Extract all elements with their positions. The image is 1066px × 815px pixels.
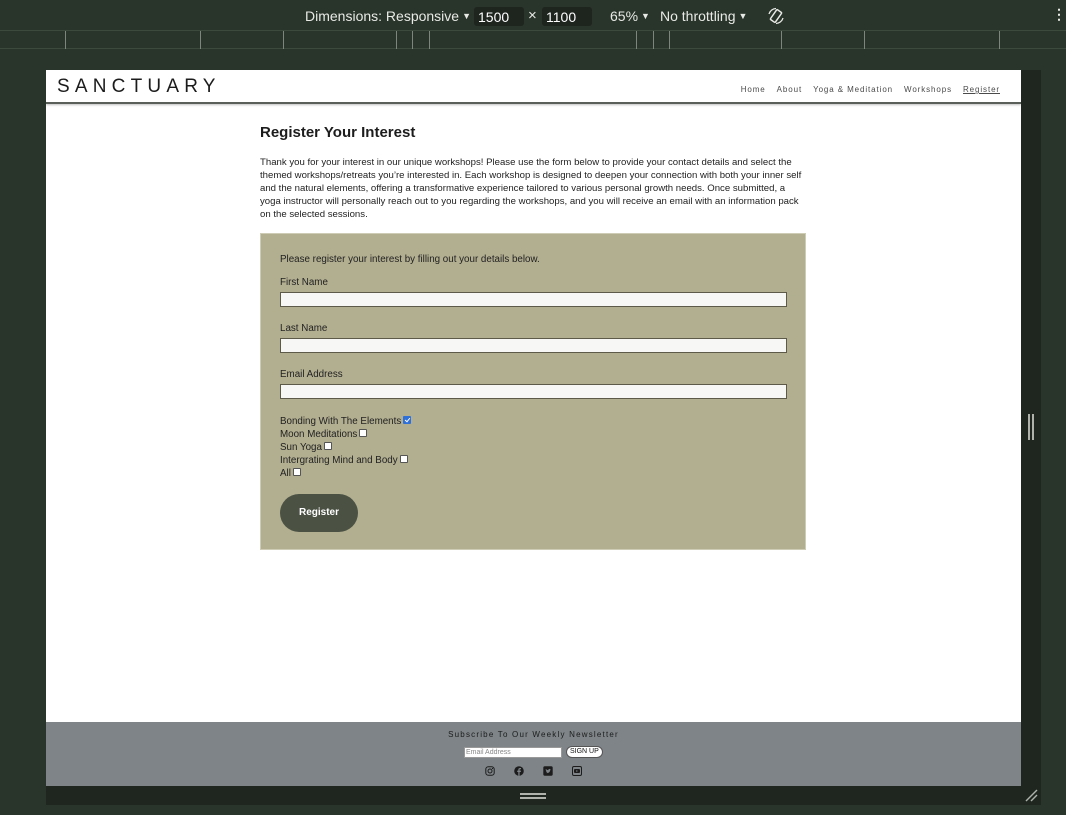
ruler-tick (636, 31, 637, 49)
first-name-label: First Name (280, 277, 328, 288)
main-content: Register Your Interest Thank you for you… (260, 124, 806, 221)
ruler-tick (396, 31, 397, 49)
nav-home[interactable]: Home (741, 85, 766, 94)
workshop-label-bonding: Bonding With The Elements (280, 416, 402, 427)
twitter-icon[interactable] (543, 766, 553, 776)
ruler-tick (999, 31, 1000, 49)
resize-handle-bottom-icon[interactable] (520, 793, 546, 799)
caret-down-icon: ▼ (462, 11, 471, 21)
dimensions-dropdown[interactable]: Dimensions: Responsive ▼ (305, 8, 471, 24)
nav-register[interactable]: Register (963, 85, 1000, 94)
nav-yoga-meditation[interactable]: Yoga & Meditation (813, 85, 893, 94)
checkbox-mind-body[interactable] (399, 455, 408, 463)
ruler-tick (429, 31, 430, 49)
register-button[interactable]: Register (280, 494, 358, 532)
more-options-icon[interactable]: ⋮ (1052, 6, 1066, 23)
throttling-dropdown[interactable]: No throttling ▼ (660, 8, 747, 24)
ruler-tick (864, 31, 865, 49)
workshop-label-mind-body: Intergrating Mind and Body (280, 455, 398, 466)
email-label: Email Address (280, 369, 343, 380)
workshop-option: All (280, 467, 786, 480)
last-name-label: Last Name (280, 323, 328, 334)
workshop-option: Bonding With The Elements (280, 415, 786, 428)
resize-handle-right-icon[interactable] (1028, 414, 1034, 440)
email-field[interactable] (280, 384, 787, 399)
ruler-tick (412, 31, 413, 49)
rotate-icon[interactable] (766, 6, 786, 26)
ruler-tick (669, 31, 670, 49)
throttling-label: No throttling (660, 8, 736, 24)
workshop-label-all: All (280, 468, 291, 479)
last-name-field[interactable] (280, 338, 787, 353)
times-separator: × (528, 7, 537, 24)
form-lead-text: Please register your interest by filling… (280, 254, 540, 265)
media-query-ruler[interactable] (0, 30, 1066, 49)
workshop-option: Moon Meditations (280, 428, 786, 441)
site-header: SANCTUARY Home About Yoga & Meditation W… (46, 70, 1021, 104)
page-viewport: SANCTUARY Home About Yoga & Meditation W… (46, 70, 1021, 786)
zoom-label: 65% (610, 8, 639, 24)
workshop-label-moon: Moon Meditations (280, 429, 358, 440)
ruler-tick (283, 31, 284, 49)
newsletter-email-input[interactable]: Email Address (464, 746, 562, 758)
instagram-icon[interactable] (485, 766, 495, 776)
workshop-label-sun: Sun Yoga (280, 442, 322, 453)
workshop-option: Sun Yoga (280, 441, 786, 454)
ruler-tick (781, 31, 782, 49)
newsletter-title: Subscribe To Our Weekly Newsletter (448, 730, 619, 739)
first-name-field[interactable] (280, 292, 787, 307)
resize-corner-icon[interactable] (1024, 788, 1038, 802)
checkbox-moon[interactable] (359, 429, 368, 437)
dimensions-label: Dimensions: Responsive (305, 8, 460, 24)
checkbox-sun[interactable] (323, 442, 332, 450)
ruler-tick (200, 31, 201, 49)
site-logo[interactable]: SANCTUARY (57, 76, 221, 98)
checkbox-bonding[interactable] (403, 416, 412, 424)
ruler-tick (65, 31, 66, 49)
workshop-option: Intergrating Mind and Body (280, 454, 786, 467)
workshop-checkboxes: Bonding With The Elements Moon Meditatio… (280, 415, 786, 480)
site-footer: Subscribe To Our Weekly Newsletter Email… (46, 722, 1021, 786)
caret-down-icon: ▼ (738, 11, 748, 21)
facebook-icon[interactable] (514, 766, 524, 776)
main-nav: Home About Yoga & Meditation Workshops R… (741, 85, 1000, 94)
height-input[interactable]: 1100 (542, 7, 592, 26)
social-links (485, 766, 582, 776)
nav-workshops[interactable]: Workshops (904, 85, 952, 94)
signup-button[interactable]: SIGN UP (566, 746, 603, 758)
width-input[interactable]: 1500 (474, 7, 524, 26)
nav-about[interactable]: About (777, 85, 802, 94)
page-title: Register Your Interest (260, 124, 416, 141)
intro-paragraph: Thank you for your interest in our uniqu… (260, 157, 802, 220)
register-form: Please register your interest by filling… (260, 233, 806, 550)
zoom-dropdown[interactable]: 65% ▼ (610, 8, 650, 24)
checkbox-all[interactable] (292, 468, 301, 476)
devtools-toolbar: Dimensions: Responsive ▼ 1500 × 1100 65% ▼… (0, 0, 1066, 32)
caret-down-icon: ▼ (641, 11, 650, 21)
ruler-tick (653, 31, 654, 49)
newsletter-row: Email Address SIGN UP (464, 746, 603, 758)
youtube-icon[interactable] (572, 766, 582, 776)
